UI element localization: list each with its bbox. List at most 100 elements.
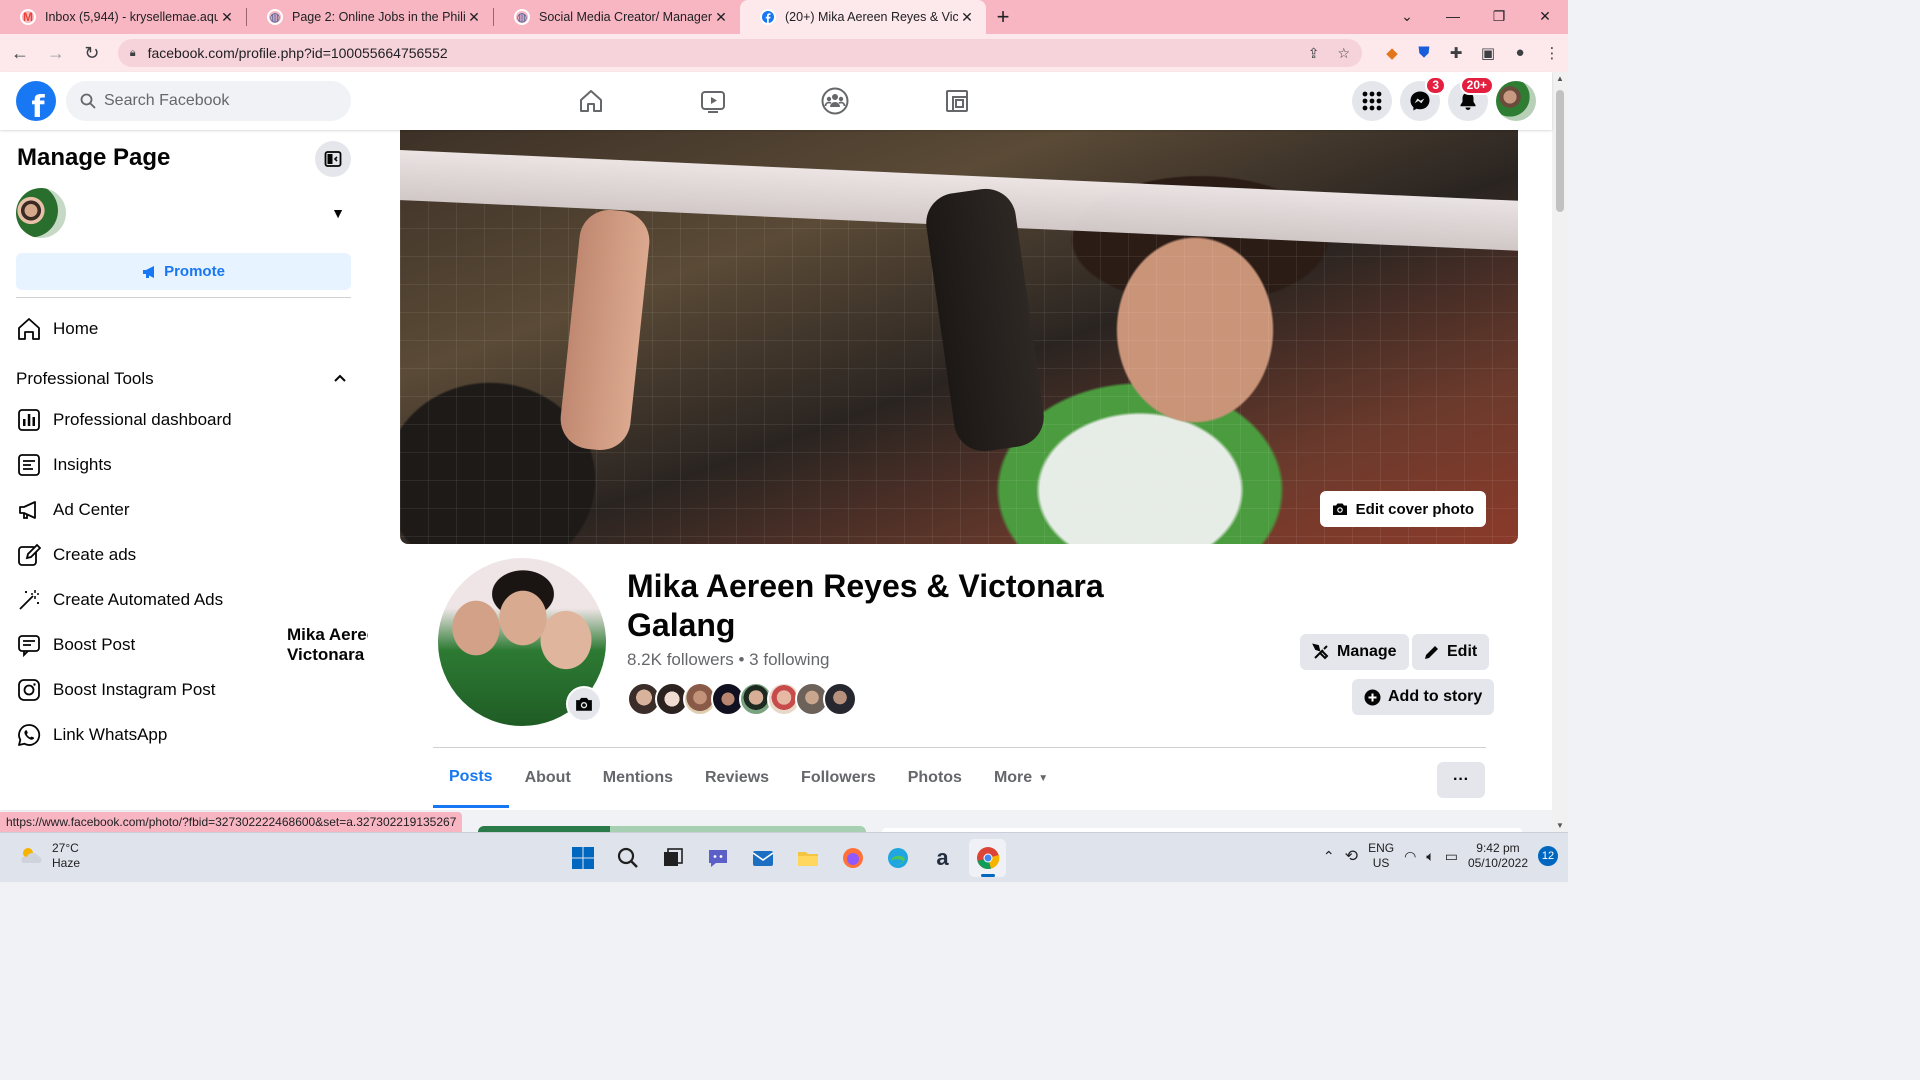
forward-icon[interactable]: → xyxy=(40,37,72,69)
edge-icon[interactable] xyxy=(879,839,916,877)
tab-followers[interactable]: Followers xyxy=(785,748,892,808)
close-icon[interactable]: ✕ xyxy=(465,9,483,26)
reload-icon[interactable]: ↻ xyxy=(76,37,108,69)
sidebar-item-link-whatsapp[interactable]: Link WhatsApp xyxy=(16,715,351,755)
close-icon[interactable]: ✕ xyxy=(218,9,236,26)
metamask-icon[interactable]: ◆ xyxy=(1376,44,1408,62)
close-icon[interactable]: ✕ xyxy=(712,9,730,26)
scroll-up-icon[interactable]: ▲ xyxy=(1552,74,1568,83)
follower-avatar[interactable] xyxy=(823,682,857,716)
teams-chat-icon[interactable] xyxy=(699,839,736,877)
nav-gaming[interactable] xyxy=(896,72,1018,130)
promote-button[interactable]: Promote xyxy=(16,253,351,290)
close-window-icon[interactable]: ✕ xyxy=(1522,0,1568,32)
search-input[interactable] xyxy=(104,92,334,110)
browser-tab-facebook[interactable]: (20+) Mika Aereen Reyes & Victo ✕ xyxy=(740,0,986,34)
firefox-icon[interactable] xyxy=(834,839,871,877)
sidebar-item-boost-instagram-post[interactable]: Boost Instagram Post xyxy=(16,670,351,710)
page-switcher[interactable]: Mika Aereen Reyes & Victonara Galang ▼ xyxy=(16,188,458,664)
nav-groups[interactable] xyxy=(774,72,896,130)
follower-avatars[interactable] xyxy=(627,682,857,716)
mail-icon[interactable] xyxy=(744,839,781,877)
sidebar-item-create-automated-ads[interactable]: Create Automated Ads xyxy=(16,580,351,620)
scroll-down-icon[interactable]: ▼ xyxy=(1552,821,1568,830)
follower-stats[interactable]: 8.2K followers • 3 following xyxy=(627,650,830,670)
minimize-icon[interactable]: — xyxy=(1430,0,1476,32)
cover-photo[interactable]: Edit cover photo xyxy=(400,130,1518,544)
back-icon[interactable]: ← xyxy=(4,37,36,69)
browser-tab-onlinejobs[interactable]: ◍ Page 2: Online Jobs in the Philipp ✕ xyxy=(247,0,493,34)
tab-more[interactable]: More ▼ xyxy=(978,748,1064,808)
browser-tab-social-media[interactable]: ◍ Social Media Creator/ Manager - ✕ xyxy=(494,0,740,34)
notifications-button[interactable]: 20+ xyxy=(1448,76,1494,121)
share-icon[interactable]: ⇪ xyxy=(1308,45,1320,62)
windows-start-icon[interactable] xyxy=(564,839,601,877)
tab-mentions[interactable]: Mentions xyxy=(587,748,689,808)
collapse-sidebar-button[interactable] xyxy=(315,141,351,177)
chevron-up-icon[interactable]: ⌃ xyxy=(1323,848,1335,865)
page-scrollbar[interactable]: ▲ ▼ xyxy=(1552,72,1568,832)
facebook-header: f 3 20+ xyxy=(0,72,1552,130)
scrollbar-thumb[interactable] xyxy=(1556,90,1564,212)
tab-photos[interactable]: Photos xyxy=(892,748,978,808)
sidebar-item-professional-dashboard[interactable]: Professional dashboard xyxy=(16,400,351,440)
tab-title: Social Media Creator/ Manager - xyxy=(539,10,712,24)
lock-icon[interactable]: 🔒︎ xyxy=(130,47,136,60)
update-profile-picture-button[interactable] xyxy=(566,686,602,722)
bitwarden-icon[interactable]: ⛊ xyxy=(1408,44,1440,62)
file-explorer-icon[interactable] xyxy=(789,839,826,877)
account-avatar[interactable] xyxy=(1496,81,1536,121)
more-options-button[interactable]: ··· xyxy=(1437,762,1485,798)
sidebar-item-boost-post[interactable]: Boost Post xyxy=(16,625,351,665)
messenger-button[interactable]: 3 xyxy=(1400,76,1446,121)
extensions-puzzle-icon[interactable]: ✚ xyxy=(1440,44,1472,62)
tab-about[interactable]: About xyxy=(509,748,587,808)
header-actions: 3 20+ xyxy=(1352,76,1536,121)
tab-posts[interactable]: Posts xyxy=(433,748,509,808)
edit-button[interactable]: Edit xyxy=(1412,634,1490,670)
amazon-icon[interactable]: a xyxy=(924,839,961,877)
search-icon[interactable] xyxy=(609,839,646,877)
menu-dots-icon[interactable]: ⋮ xyxy=(1536,44,1568,62)
facebook-logo[interactable]: f xyxy=(16,81,56,121)
sidebar-item-ad-center[interactable]: Ad Center xyxy=(16,490,351,530)
manage-button[interactable]: Manage xyxy=(1300,634,1409,670)
new-tab-button[interactable]: + xyxy=(986,0,1020,34)
caret-down-icon[interactable]: ▼ xyxy=(331,205,345,221)
wifi-icon[interactable]: ◠ xyxy=(1404,848,1416,865)
add-to-story-button[interactable]: Add to story xyxy=(1352,679,1495,715)
bookmark-star-icon[interactable]: ☆ xyxy=(1337,45,1350,62)
notification-count[interactable]: 12 xyxy=(1538,846,1558,866)
close-icon[interactable]: ✕ xyxy=(958,9,976,26)
plus-circle-icon xyxy=(1364,689,1381,705)
task-view-icon[interactable] xyxy=(654,839,691,877)
temperature: 27°C xyxy=(52,841,79,855)
megaphone-icon xyxy=(16,497,42,523)
sync-icon[interactable]: ⟲ xyxy=(1345,846,1358,866)
sidebar-item-home[interactable]: Home xyxy=(16,309,351,349)
edit-cover-photo-button[interactable]: Edit cover photo xyxy=(1319,491,1486,527)
restore-icon[interactable]: ❐ xyxy=(1476,0,1522,32)
sidebar-item-insights[interactable]: Insights xyxy=(16,445,351,485)
tab-search-icon[interactable]: ⌄ xyxy=(1384,0,1430,32)
battery-icon[interactable]: ▭ xyxy=(1445,848,1458,865)
address-bar[interactable]: 🔒︎ facebook.com/profile.php?id=100055664… xyxy=(117,39,1363,67)
chevron-up-icon[interactable] xyxy=(333,372,347,386)
language-indicator[interactable]: ENG US xyxy=(1368,841,1394,871)
sidebar-item-create-ads[interactable]: Create ads xyxy=(16,535,351,575)
search-box[interactable] xyxy=(66,81,351,121)
chrome-icon[interactable] xyxy=(969,839,1006,877)
nav-home[interactable] xyxy=(530,72,652,130)
boost-post-icon xyxy=(16,632,42,658)
tab-reviews[interactable]: Reviews xyxy=(689,748,785,808)
side-panel-icon[interactable]: ▣ xyxy=(1472,44,1504,62)
clock[interactable]: 9:42 pm 05/10/2022 xyxy=(1468,841,1528,871)
profile-icon[interactable]: ● xyxy=(1504,44,1536,62)
menu-button[interactable] xyxy=(1352,81,1392,121)
onlinejobs-icon: ◍ xyxy=(514,9,530,25)
volume-icon[interactable]: 🔈︎ xyxy=(1426,848,1434,865)
professional-tools-header[interactable]: Professional Tools xyxy=(16,366,351,392)
nav-watch[interactable] xyxy=(652,72,774,130)
browser-tab-gmail[interactable]: M Inbox (5,944) - krysellemae.aquin ✕ xyxy=(0,0,246,34)
weather-widget[interactable]: 27°C Haze xyxy=(18,841,80,871)
